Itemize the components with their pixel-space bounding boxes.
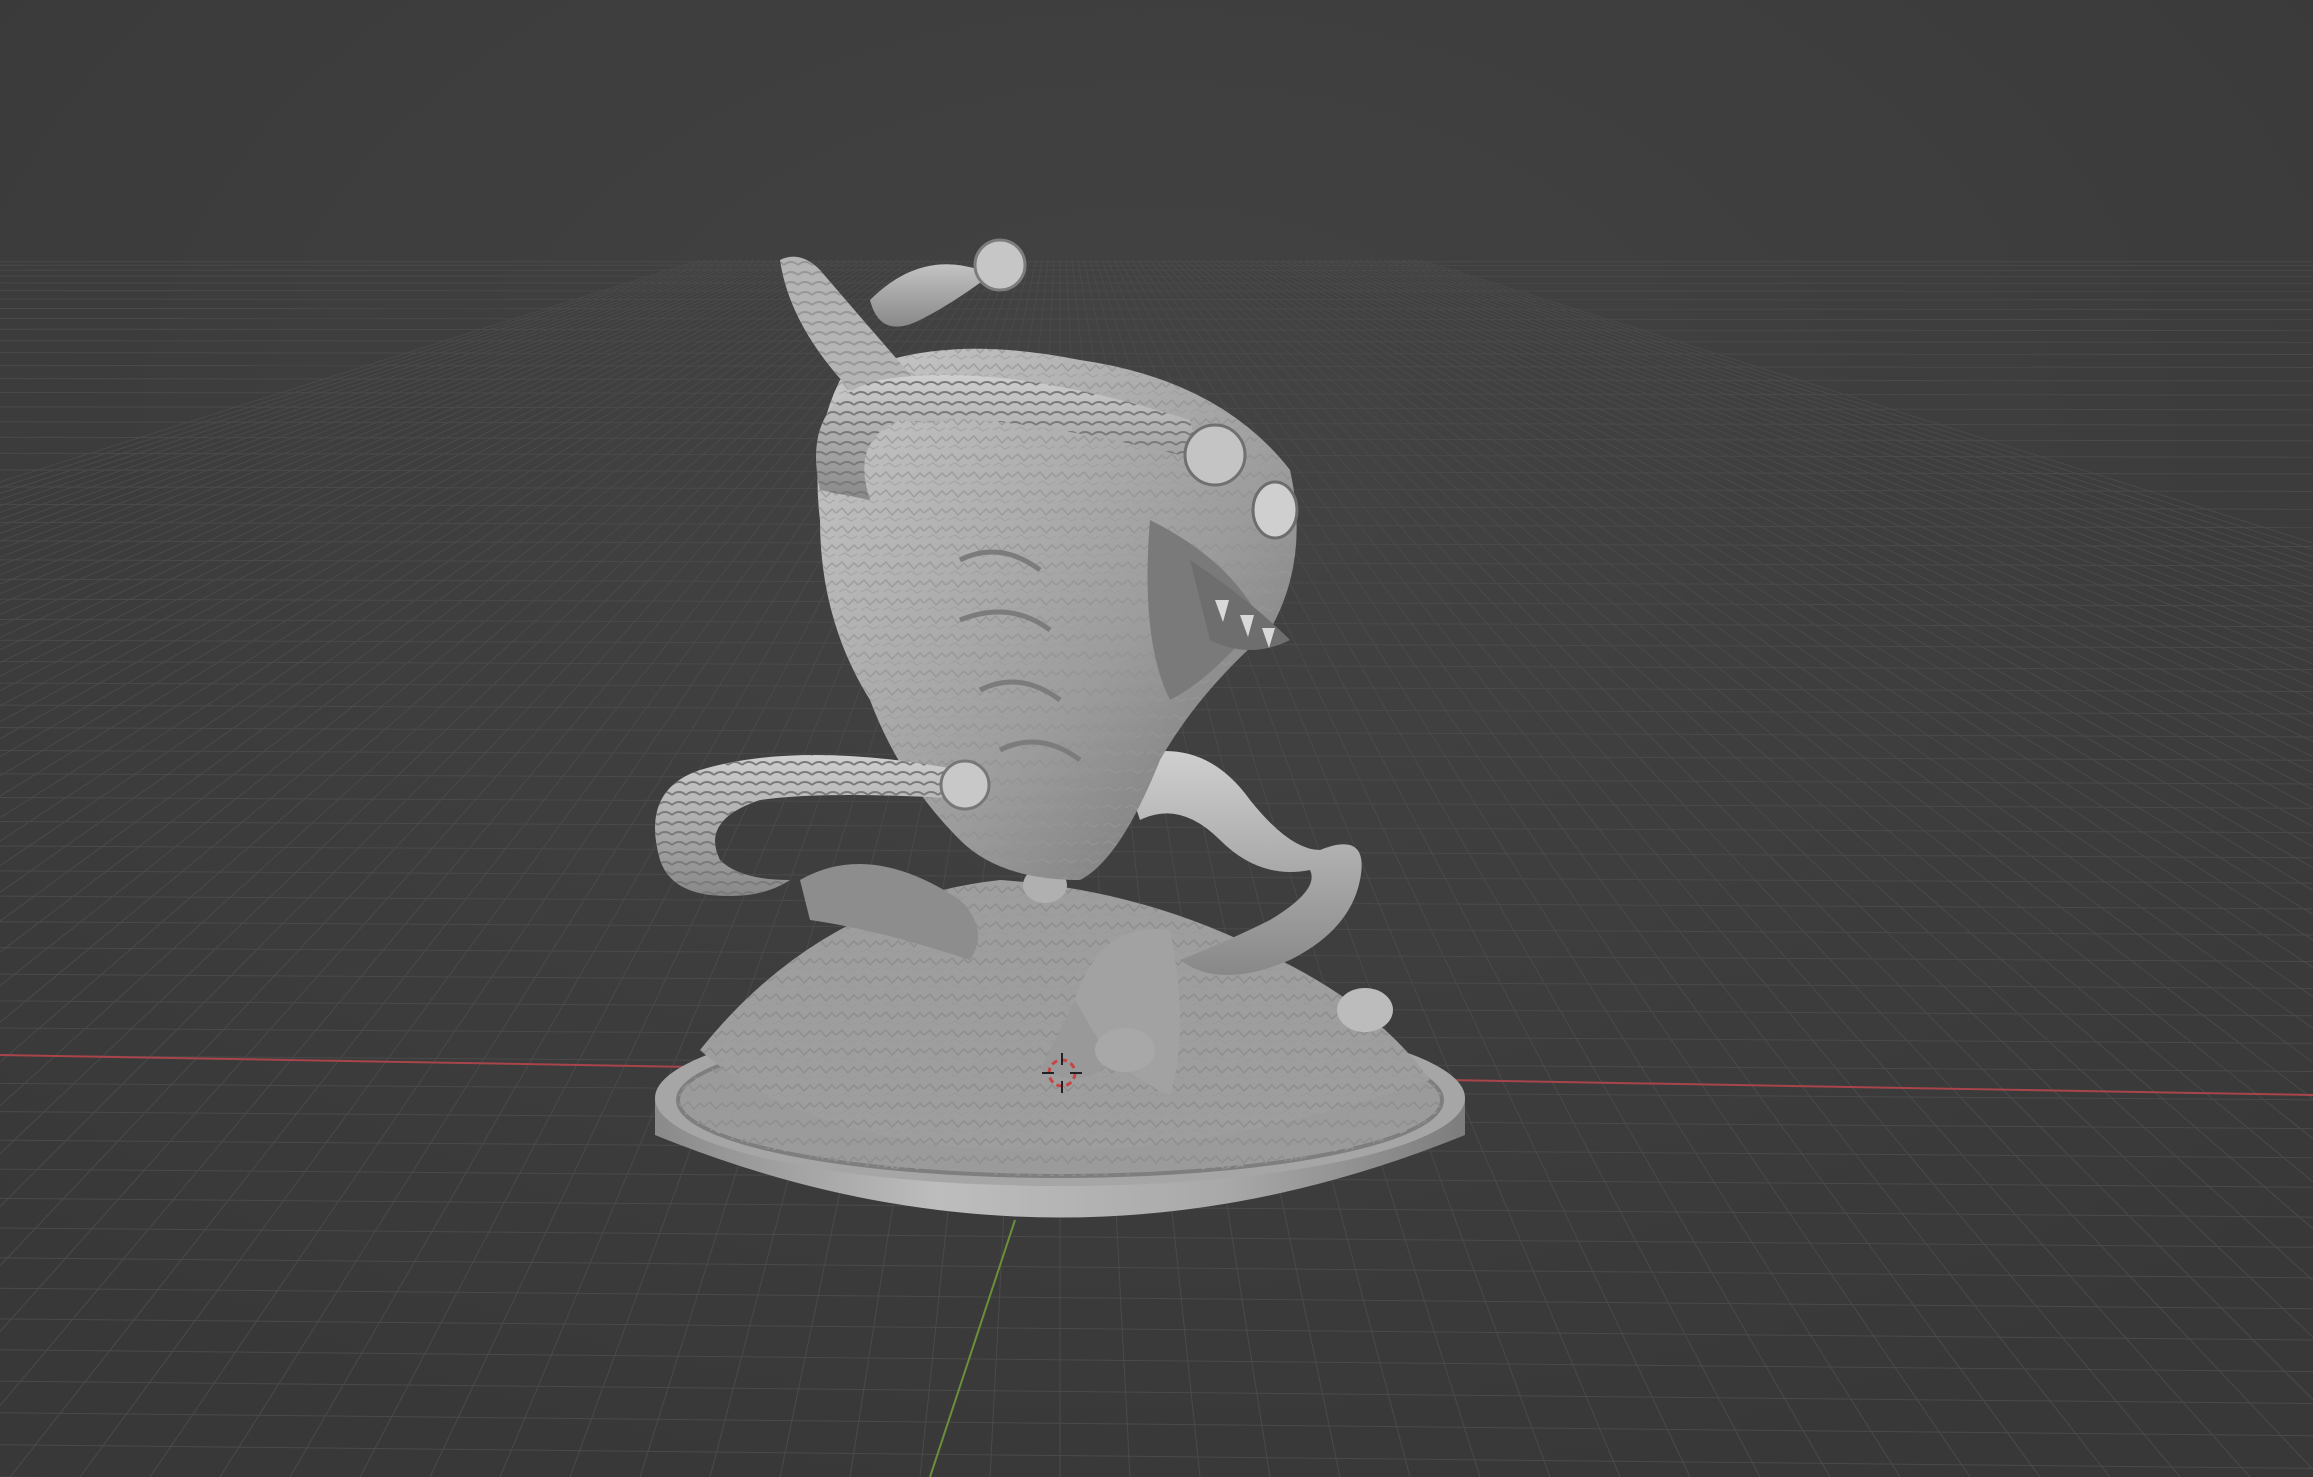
eye-right (1183, 423, 1247, 487)
3d-viewport[interactable] (0, 0, 2313, 1477)
eye-top (973, 238, 1027, 292)
viewport-canvas[interactable] (0, 0, 2313, 1477)
rock-small-1 (1337, 988, 1393, 1032)
rock-small-3 (1095, 1028, 1155, 1072)
grid-line (0, 290, 2313, 292)
eye-side (1251, 480, 1299, 540)
eye-lower (939, 759, 991, 811)
